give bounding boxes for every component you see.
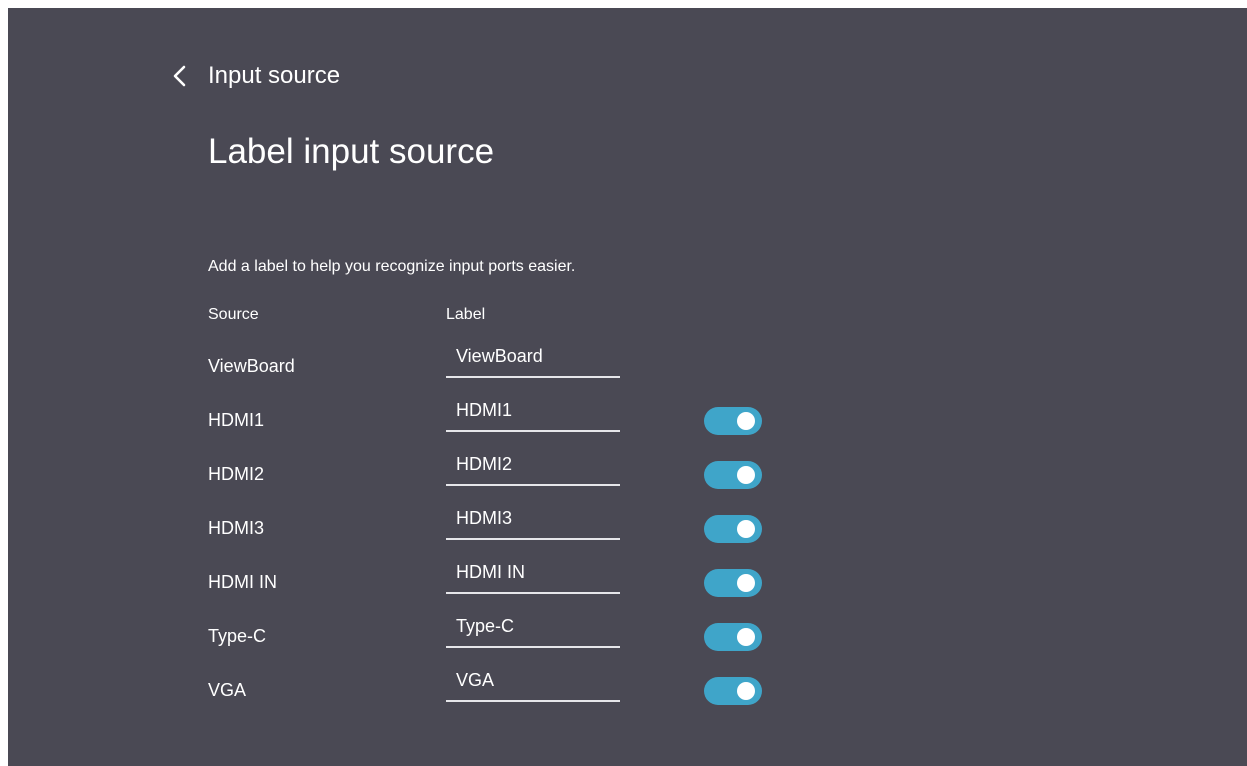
- source-name: VGA: [208, 680, 247, 700]
- label-input[interactable]: HDMI1: [446, 396, 620, 432]
- source-name: HDMI1: [208, 410, 265, 430]
- label-input[interactable]: ViewBoard: [446, 342, 620, 378]
- page-title: Label input source: [208, 132, 495, 171]
- source-name: HDMI3: [208, 518, 265, 538]
- toggle-knob: [737, 412, 755, 430]
- source-enable-toggle[interactable]: [704, 407, 762, 435]
- source-row: VGA VGA: [8, 666, 1247, 720]
- source-enable-toggle[interactable]: [704, 677, 762, 705]
- label-input[interactable]: VGA: [446, 666, 620, 702]
- label-input[interactable]: HDMI IN: [446, 558, 620, 594]
- label-column-header: Label: [446, 306, 486, 323]
- source-enable-toggle[interactable]: [704, 623, 762, 651]
- description-text: Add a label to help you recognize input …: [208, 258, 576, 275]
- toggle-knob: [737, 574, 755, 592]
- toggle-knob: [737, 628, 755, 646]
- source-name: ViewBoard: [208, 356, 295, 376]
- source-row: HDMI IN HDMI IN: [8, 558, 1247, 612]
- back-button[interactable]: Input source: [168, 58, 340, 94]
- label-input[interactable]: HDMI2: [446, 450, 620, 486]
- back-label: Input source: [208, 62, 341, 89]
- settings-screen: Input source Label input source Add a la…: [8, 8, 1247, 766]
- source-row: HDMI1 HDMI1: [8, 396, 1247, 450]
- source-row: HDMI3 HDMI3: [8, 504, 1247, 558]
- label-input[interactable]: HDMI3: [446, 504, 620, 540]
- toggle-knob: [737, 682, 755, 700]
- source-row: Type-C Type-C: [8, 612, 1247, 666]
- label-input[interactable]: Type-C: [446, 612, 620, 648]
- source-name: HDMI IN: [208, 572, 277, 592]
- source-enable-toggle[interactable]: [704, 461, 762, 489]
- source-enable-toggle[interactable]: [704, 515, 762, 543]
- toggle-knob: [737, 466, 755, 484]
- source-name: Type-C: [208, 626, 267, 646]
- chevron-left-icon: [173, 65, 186, 87]
- source-row: HDMI2 HDMI2: [8, 450, 1247, 504]
- toggle-knob: [737, 520, 755, 538]
- source-column-header: Source: [208, 306, 259, 323]
- source-row: ViewBoard ViewBoard: [8, 342, 1247, 396]
- source-enable-toggle[interactable]: [704, 569, 762, 597]
- source-name: HDMI2: [208, 464, 265, 484]
